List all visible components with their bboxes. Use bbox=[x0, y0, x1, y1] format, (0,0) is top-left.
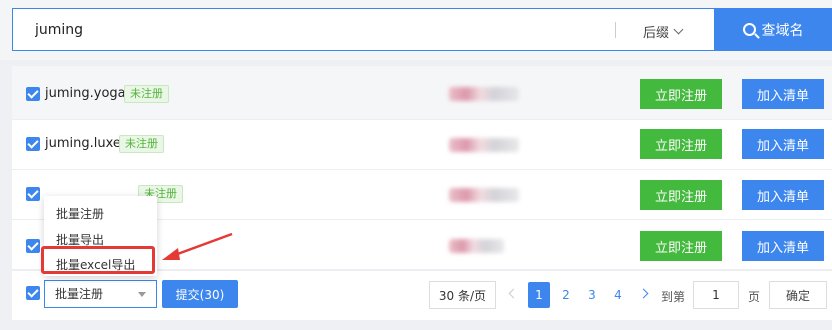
domain-name[interactable]: juming.yoga bbox=[45, 86, 126, 101]
suffix-label: 后缀 bbox=[643, 25, 670, 41]
search-input[interactable] bbox=[35, 20, 595, 40]
price-blurred bbox=[449, 138, 519, 152]
dropdown-item-bulk-register[interactable]: 批量注册 bbox=[56, 205, 104, 222]
row-checkbox[interactable] bbox=[26, 137, 40, 151]
annotation-arrow bbox=[162, 232, 233, 260]
add-to-list-button[interactable]: 加入清单 bbox=[742, 180, 824, 210]
page-1[interactable]: 1 bbox=[528, 282, 550, 308]
row-checkbox[interactable] bbox=[26, 187, 40, 201]
page-2[interactable]: 2 bbox=[555, 282, 577, 308]
search-bar: 后缀 查域名 bbox=[0, 0, 832, 60]
chevron-down-icon bbox=[673, 24, 684, 34]
bulk-action-select[interactable]: 批量注册 bbox=[44, 280, 157, 308]
register-button[interactable]: 立即注册 bbox=[640, 79, 722, 109]
goto-page-input[interactable]: 1 bbox=[693, 281, 739, 309]
caret-down-icon bbox=[138, 292, 146, 297]
confirm-button[interactable]: 确定 bbox=[769, 281, 827, 309]
add-to-list-button[interactable]: 加入清单 bbox=[742, 231, 824, 261]
price-blurred bbox=[449, 239, 504, 253]
price-blurred bbox=[449, 87, 519, 101]
goto-label: 到第 bbox=[661, 290, 686, 304]
arrow-line bbox=[171, 232, 233, 258]
status-badge: 未注册 bbox=[119, 135, 164, 153]
page-4[interactable]: 4 bbox=[607, 282, 629, 308]
per-page-select[interactable]: 30 条/页 bbox=[429, 281, 496, 309]
arrow-head bbox=[162, 248, 180, 260]
row-checkbox[interactable] bbox=[26, 87, 40, 101]
price-blurred bbox=[449, 188, 519, 202]
submit-button[interactable]: 提交(30) bbox=[162, 280, 238, 308]
divider bbox=[615, 22, 616, 38]
search-button-label: 查域名 bbox=[761, 22, 804, 39]
search-box: 后缀 bbox=[12, 8, 832, 51]
highlight-box bbox=[41, 246, 155, 274]
register-button[interactable]: 立即注册 bbox=[640, 129, 722, 159]
suffix-dropdown[interactable]: 后缀 bbox=[643, 21, 684, 41]
add-to-list-button[interactable]: 加入清单 bbox=[742, 79, 824, 109]
search-button[interactable]: 查域名 bbox=[714, 8, 832, 51]
status-badge: 未注册 bbox=[124, 85, 169, 103]
row-checkbox[interactable] bbox=[26, 239, 40, 253]
register-button[interactable]: 立即注册 bbox=[640, 231, 722, 261]
register-button[interactable]: 立即注册 bbox=[640, 180, 722, 210]
domain-name[interactable]: juming.luxe bbox=[45, 136, 121, 151]
page-unit-label: 页 bbox=[748, 290, 761, 304]
page-3[interactable]: 3 bbox=[581, 282, 603, 308]
search-icon bbox=[742, 23, 756, 36]
select-all-checkbox[interactable] bbox=[26, 286, 40, 300]
bulk-action-value: 批量注册 bbox=[55, 287, 104, 301]
add-to-list-button[interactable]: 加入清单 bbox=[742, 129, 824, 159]
